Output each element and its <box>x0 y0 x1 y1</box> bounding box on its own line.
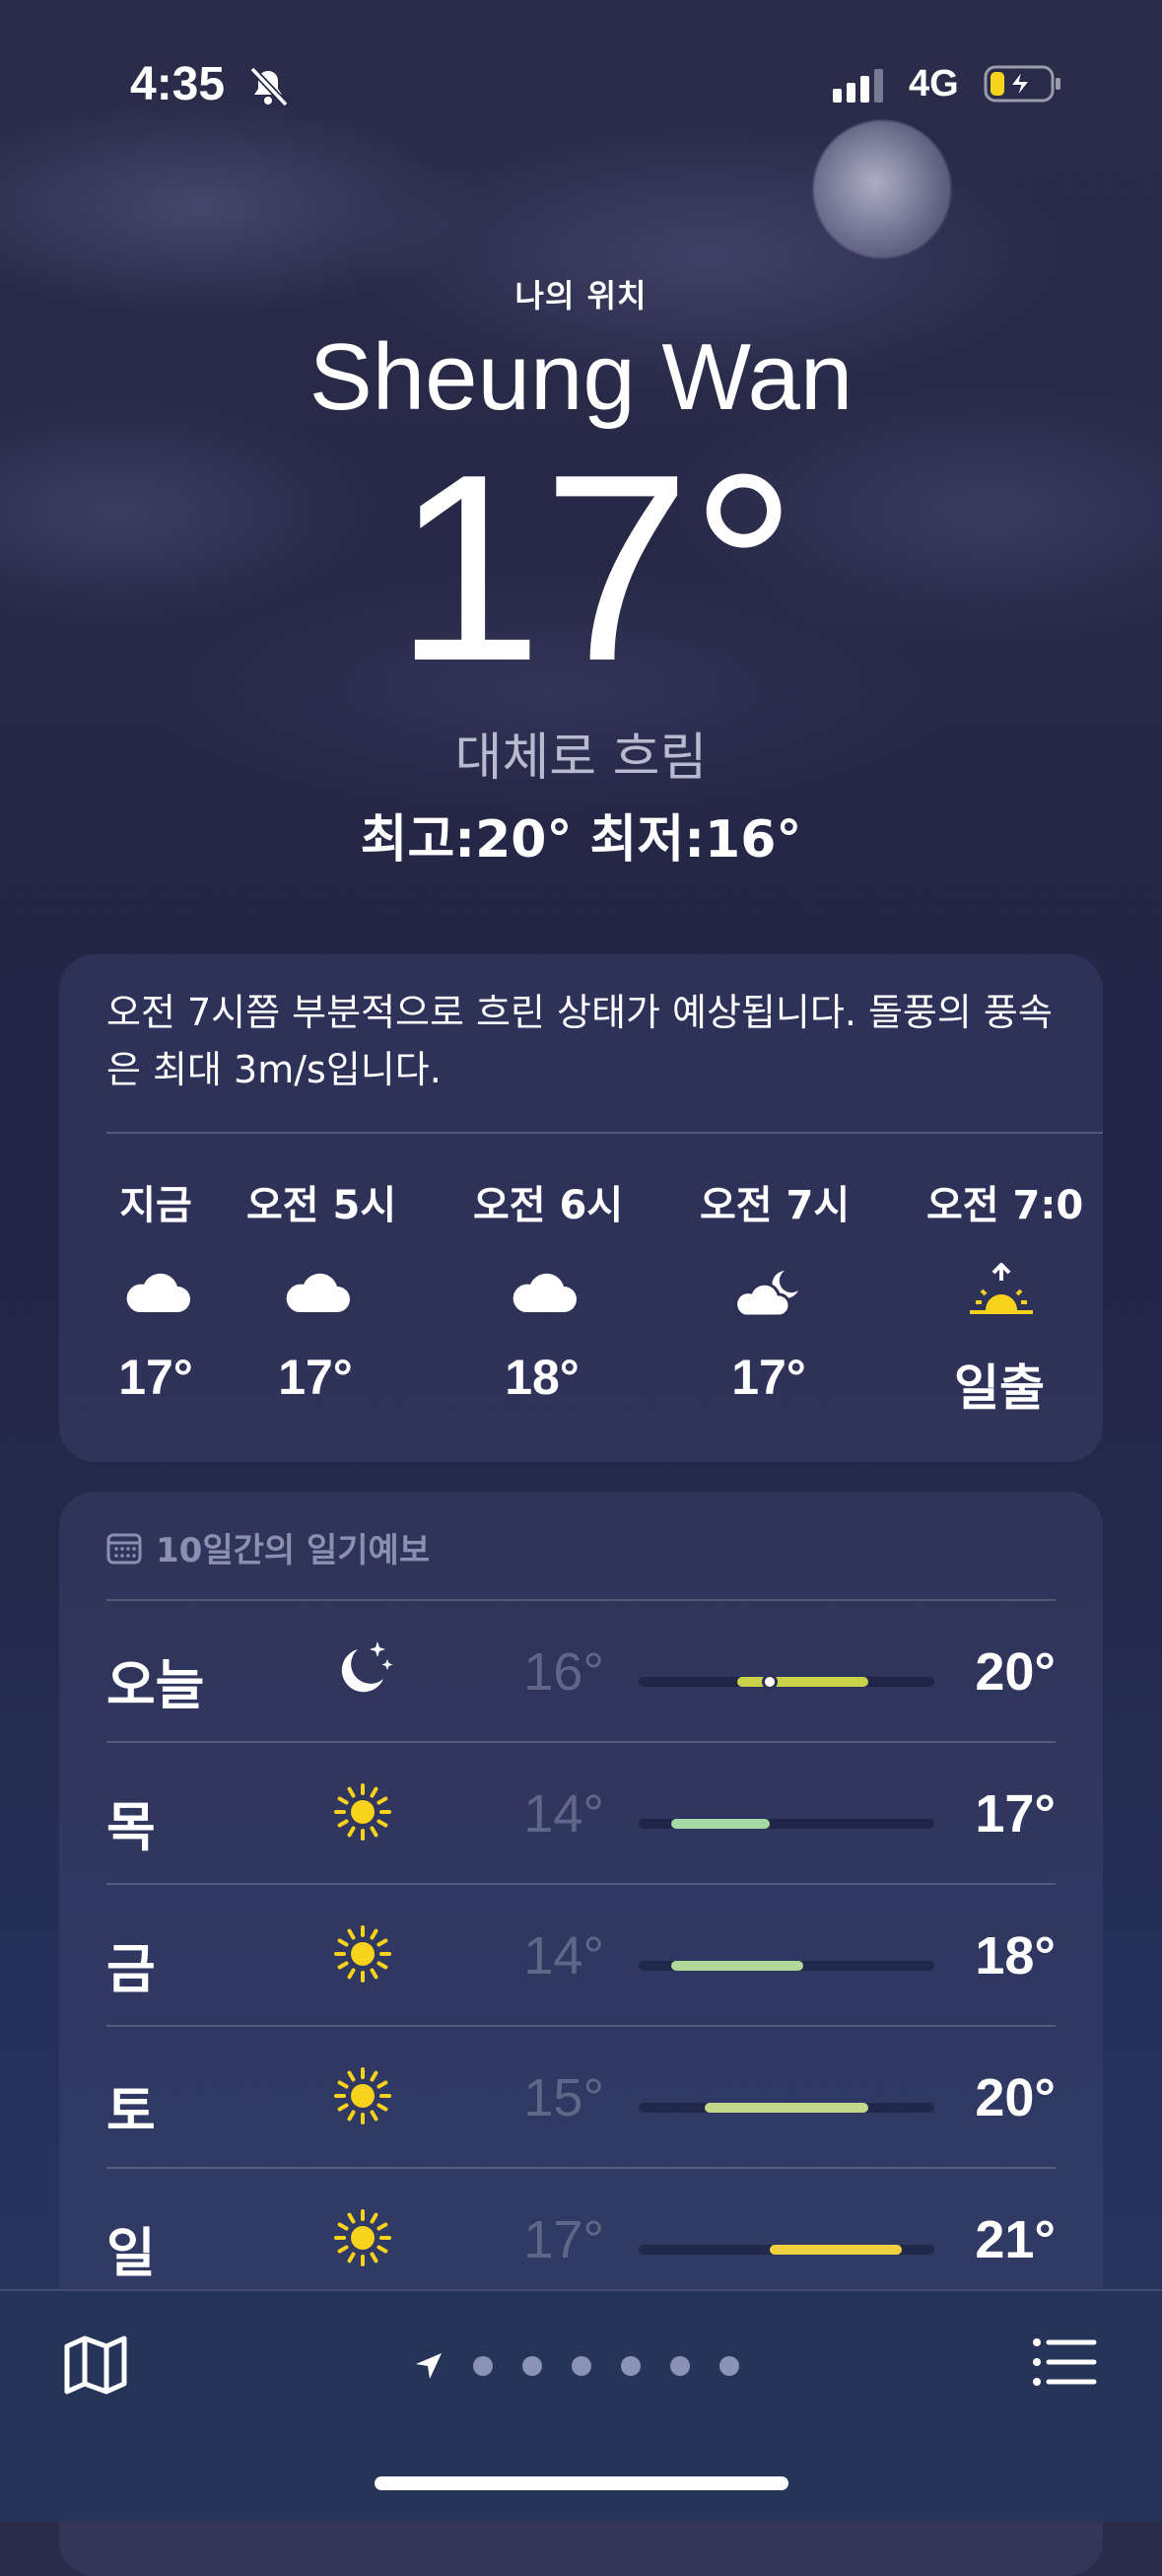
low-temperature: 17° <box>523 2210 604 2269</box>
day-name: 일 <box>106 2222 156 2284</box>
sun-icon <box>334 1783 391 1841</box>
forecast-summary: 오전 7시쯤 부분적으로 흐린 상태가 예상됩니다. 돌풍의 풍속은 최대 3m… <box>106 991 1053 1091</box>
day-row[interactable]: 토 15° 20° <box>106 2026 1056 2168</box>
low-temperature: 14° <box>523 1926 604 1985</box>
hour-item: 오전 7:0 일출 <box>926 1173 1099 1420</box>
location-arrow-icon <box>416 2353 442 2379</box>
hourly-forecast-card[interactable]: 오전 7시쯤 부분적으로 흐린 상태가 예상됩니다. 돌풍의 풍속은 최대 3m… <box>59 954 1103 1462</box>
cloud-moon-icon <box>700 1258 838 1327</box>
day-name: 금 <box>106 1938 156 2000</box>
hour-label: 오전 5시 <box>246 1183 397 1228</box>
hour-temperature: 일출 <box>954 1359 1045 1417</box>
temperature-range-bar <box>639 1961 934 1971</box>
temperature-range-bar <box>639 2103 934 2113</box>
location-label: 나의 위치 <box>514 277 648 314</box>
low-temperature: 15° <box>523 2068 604 2127</box>
high-low-temperature: 최고:20° 최저:16° <box>360 809 802 870</box>
temperature-range-bar <box>639 1819 934 1829</box>
city-list-icon[interactable] <box>1031 2332 1098 2392</box>
hour-item: 오전 5시 17° <box>246 1173 397 1406</box>
current-temperature-dot <box>762 1674 779 1690</box>
temperature-range-fill <box>770 2245 902 2255</box>
page-dot[interactable] <box>522 2356 542 2376</box>
home-indicator[interactable] <box>375 2476 788 2490</box>
high-temperature: 18° <box>975 1926 1056 1985</box>
daily-forecast-header: 10일간의 일기예보 <box>106 1523 430 1571</box>
day-name: 목 <box>106 1796 156 1858</box>
current-weather-header: 나의 위치 Sheung Wan 17° 대체로 흐림 최고:20° 최저:16… <box>0 271 1162 871</box>
silent-bell-icon <box>249 66 289 107</box>
day-row[interactable]: 오늘 16° 20° <box>106 1600 1056 1742</box>
hour-temperature: 17° <box>278 1350 353 1405</box>
hour-label: 오전 7:0 <box>926 1183 1084 1228</box>
high-temperature: 20° <box>975 2068 1056 2127</box>
network-type: 4G <box>909 63 959 104</box>
page-dot[interactable] <box>719 2356 739 2376</box>
sun-icon <box>334 2209 391 2266</box>
sun-icon <box>334 2067 391 2124</box>
card-divider <box>106 1132 1103 1134</box>
cellular-signal-icon <box>833 69 883 103</box>
high-temperature: 21° <box>975 2210 1056 2269</box>
low-temperature: 14° <box>523 1784 604 1844</box>
day-row[interactable]: 금 14° 18° <box>106 1884 1056 2026</box>
high-temperature: 20° <box>975 1642 1056 1702</box>
hour-temperature: 17° <box>731 1350 806 1405</box>
temperature-range-bar <box>639 2245 934 2255</box>
hour-item: 오전 7시 17° <box>700 1173 851 1406</box>
city-name: Sheung Wan <box>308 324 854 430</box>
current-temperature: 17° <box>394 419 797 717</box>
status-bar: 4:35 4G <box>0 57 1162 116</box>
page-indicator[interactable] <box>414 2346 739 2386</box>
weather-condition: 대체로 흐림 <box>454 728 708 788</box>
cloud-icon <box>246 1258 384 1327</box>
map-icon[interactable] <box>61 2332 130 2398</box>
battery-charging-icon <box>984 65 1060 103</box>
moon-image <box>813 120 951 258</box>
hour-label: 오전 6시 <box>473 1183 624 1228</box>
page-dot[interactable] <box>572 2356 591 2376</box>
page-dot[interactable] <box>621 2356 641 2376</box>
hour-label: 지금 <box>119 1183 192 1228</box>
low-temperature: 16° <box>523 1642 604 1702</box>
cloud-icon <box>473 1258 611 1327</box>
status-time: 4:35 <box>130 58 226 110</box>
temperature-range-fill <box>671 1819 771 1829</box>
high-temperature: 17° <box>975 1784 1056 1844</box>
sunrise-icon <box>926 1258 1099 1327</box>
hour-temperature: 18° <box>505 1350 580 1405</box>
hour-item: 오전 6시 18° <box>473 1173 624 1406</box>
hour-temperature: 17° <box>118 1350 193 1405</box>
temperature-range-fill <box>737 1677 869 1687</box>
page-dot[interactable] <box>670 2356 690 2376</box>
temperature-range-fill <box>671 1961 803 1971</box>
hour-label: 오전 7시 <box>700 1183 851 1228</box>
calendar-icon <box>106 1533 142 1564</box>
cloud-icon <box>106 1258 205 1327</box>
day-row[interactable]: 목 14° 17° <box>106 1742 1056 1884</box>
hour-item: 지금 17° <box>106 1173 205 1406</box>
daily-forecast-title: 10일간의 일기예보 <box>156 1531 431 1570</box>
day-name: 토 <box>106 2080 156 2142</box>
hourly-scroll-row[interactable]: 지금 17° 오전 5시 17° 오전 6시 18° 오전 7시 17° 오전 … <box>59 1173 1103 1429</box>
sun-icon <box>334 1925 391 1983</box>
moon-stars-icon <box>341 1641 393 1693</box>
temperature-range-bar <box>639 1674 934 1690</box>
temperature-range-fill <box>704 2103 869 2113</box>
day-name: 오늘 <box>106 1654 205 1716</box>
page-dot[interactable] <box>473 2356 493 2376</box>
